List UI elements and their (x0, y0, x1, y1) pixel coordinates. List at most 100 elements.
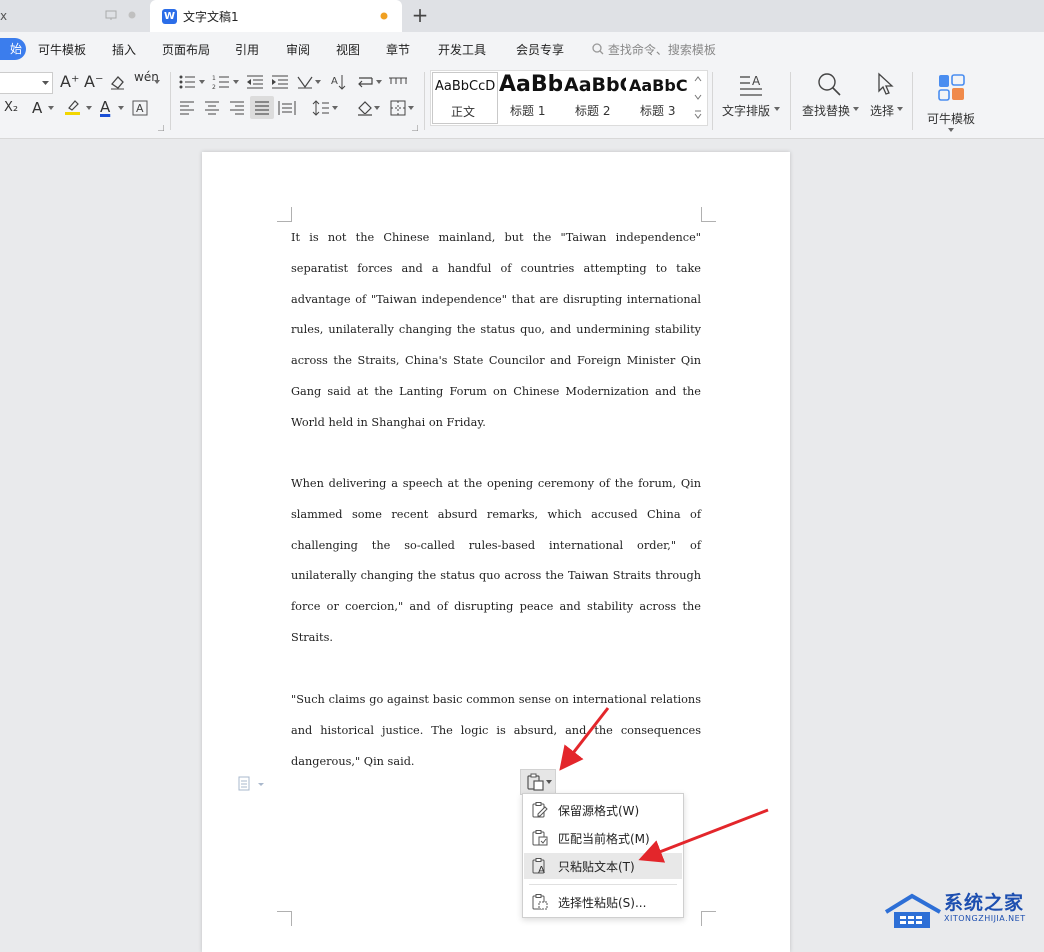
svg-text:A: A (136, 102, 144, 115)
style-sample: AaBbC (564, 74, 626, 96)
sort-icon[interactable]: A (330, 73, 348, 91)
style-name: 标题 2 (575, 104, 611, 118)
decrease-indent-icon[interactable] (246, 74, 264, 90)
monitor-icon (105, 10, 117, 20)
tab-title: 文字文稿1 (183, 9, 239, 24)
align-left-icon[interactable] (179, 101, 195, 115)
align-center-icon[interactable] (204, 101, 220, 115)
line-spacing-icon[interactable] (312, 99, 330, 117)
menu-item-label: 保留源格式(W) (558, 803, 640, 818)
match-format-item[interactable]: 匹配当前格式(M) (524, 825, 682, 851)
menu-member[interactable]: 会员专享 (516, 41, 564, 58)
find-replace-icon[interactable] (816, 71, 842, 97)
command-search[interactable]: 查找命令、搜索模板 (592, 41, 716, 58)
style-heading-1[interactable]: AaBb 标题 1 (498, 72, 562, 122)
menu-item-label: 匹配当前格式(M) (558, 831, 650, 846)
char-border-icon[interactable]: A (132, 100, 148, 116)
paragraph-text: When delivering a speech at the opening … (291, 477, 701, 644)
numbered-list-icon[interactable]: 12 (212, 74, 232, 90)
paste-special-item[interactable]: 选择性粘贴(S)... (524, 889, 682, 915)
shrink-font-icon[interactable]: A⁻ (84, 72, 103, 91)
text-effect-icon[interactable]: A (32, 99, 42, 117)
margin-corner-mark (277, 911, 292, 926)
tab-document[interactable]: W 文字文稿1 (150, 0, 402, 32)
watermark-title: 系统之家 (944, 892, 1025, 914)
text-layout-icon[interactable]: A (738, 72, 764, 98)
divider (424, 72, 425, 130)
clear-format-icon[interactable] (109, 74, 126, 90)
tab-other[interactable]: x (0, 0, 150, 32)
chevron-down-icon (948, 128, 954, 132)
menu-review[interactable]: 审阅 (286, 41, 310, 58)
borders-icon[interactable] (390, 100, 406, 116)
margin-corner-mark (701, 911, 716, 926)
dialog-launcher-icon[interactable] (158, 125, 164, 131)
svg-text:A: A (752, 74, 761, 88)
chevron-down-icon (118, 106, 124, 110)
menu-chapter[interactable]: 章节 (386, 41, 410, 58)
text-direction-icon[interactable] (296, 74, 314, 90)
font-size-select[interactable] (0, 72, 53, 94)
paragraph[interactable]: It is not the Chinese mainland, but the … (291, 223, 701, 439)
chevron-down-icon (853, 107, 859, 111)
font-color-icon[interactable]: A (100, 98, 110, 116)
bullet-list-icon[interactable] (178, 74, 198, 90)
chevron-down-icon (199, 80, 205, 84)
subscript-icon[interactable]: X₂ (4, 100, 18, 115)
text-layout-label[interactable]: 文字排版 (722, 102, 770, 119)
tabs-icon[interactable] (388, 74, 408, 90)
align-right-icon[interactable] (229, 101, 245, 115)
chevron-down-icon (897, 107, 903, 111)
chevron-down-icon (774, 107, 780, 111)
unsaved-dot-icon (380, 12, 388, 20)
menu-developer[interactable]: 开发工具 (438, 41, 486, 58)
justify-button[interactable] (250, 96, 274, 119)
menu-template[interactable]: 可牛模板 (38, 41, 86, 58)
chevron-down-icon (48, 106, 54, 110)
distributed-align-icon[interactable] (278, 100, 296, 116)
paste-options-button[interactable] (520, 769, 556, 795)
chevron-down-icon (374, 106, 380, 110)
highlight-icon[interactable] (64, 98, 82, 116)
gallery-scroll-icon[interactable] (694, 75, 702, 119)
line-break-icon[interactable] (356, 74, 376, 90)
menu-references[interactable]: 引用 (235, 41, 259, 58)
template-icon[interactable] (938, 74, 966, 102)
style-heading-2[interactable]: AaBbC 标题 2 (563, 72, 627, 122)
paste-text-only-item[interactable]: A 只粘贴文本(T) (524, 853, 682, 879)
find-replace-label[interactable]: 查找替换 (802, 102, 850, 119)
align-justify-icon (255, 101, 269, 115)
style-name: 标题 1 (510, 104, 546, 118)
menu-view[interactable]: 视图 (336, 41, 360, 58)
dialog-launcher-icon[interactable] (412, 125, 418, 131)
grow-font-icon[interactable]: A⁺ (60, 72, 79, 91)
svg-text:A: A (331, 76, 338, 87)
menu-item-label: 只粘贴文本(T) (558, 859, 635, 874)
style-heading-3[interactable]: AaBbC 标题 3 (628, 72, 690, 122)
paragraph-handle-icon[interactable] (238, 776, 264, 792)
new-tab-button[interactable]: + (410, 4, 430, 26)
template-label[interactable]: 可牛模板 (927, 110, 975, 127)
style-normal[interactable]: AaBbCcD 正文 (432, 72, 498, 124)
shading-icon[interactable] (356, 99, 374, 117)
chevron-down-icon (154, 80, 160, 84)
clipboard-dashed-icon (532, 894, 548, 910)
clipboard-match-icon (532, 830, 548, 846)
select-label[interactable]: 选择 (870, 102, 894, 119)
margin-corner-mark (701, 207, 716, 222)
wps-writer-icon: W (162, 8, 177, 24)
increase-indent-icon[interactable] (271, 74, 289, 90)
select-cursor-icon[interactable] (876, 72, 896, 96)
svg-text:1: 1 (212, 75, 216, 82)
paragraph[interactable]: "Such claims go against basic common sen… (291, 685, 701, 777)
style-name: 正文 (451, 105, 476, 119)
keep-source-format-item[interactable]: 保留源格式(W) (524, 797, 682, 823)
paragraph[interactable]: When delivering a speech at the opening … (291, 469, 701, 654)
menu-insert[interactable]: 插入 (112, 41, 136, 58)
paste-options-menu: 保留源格式(W) 匹配当前格式(M) A 只粘贴文本(T) 选择性粘贴(S)..… (522, 793, 684, 918)
menu-page-layout[interactable]: 页面布局 (162, 41, 210, 58)
divider (790, 72, 791, 130)
chevron-down-icon (376, 80, 382, 84)
menu-start-tab[interactable]: 始 (0, 38, 26, 60)
document-page[interactable]: It is not the Chinese mainland, but the … (202, 152, 790, 952)
